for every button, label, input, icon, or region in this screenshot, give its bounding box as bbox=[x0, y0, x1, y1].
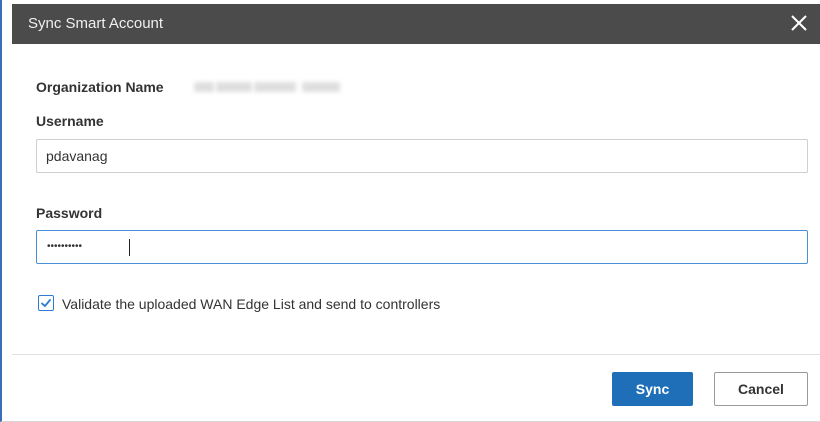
text-caret bbox=[129, 239, 130, 256]
password-masked-value: •••••••••• bbox=[47, 241, 83, 252]
organization-name-label: Organization Name bbox=[36, 79, 164, 95]
password-input[interactable]: •••••••••• bbox=[36, 230, 808, 264]
close-icon bbox=[791, 15, 807, 31]
validate-wan-edge-label[interactable]: Validate the uploaded WAN Edge List and … bbox=[62, 296, 440, 312]
checkmark-icon bbox=[41, 299, 51, 307]
cancel-button[interactable]: Cancel bbox=[714, 372, 808, 406]
validate-wan-edge-checkbox[interactable] bbox=[38, 295, 54, 311]
close-button[interactable] bbox=[786, 10, 812, 36]
dialog-title: Sync Smart Account bbox=[28, 15, 164, 32]
footer-divider bbox=[12, 354, 820, 355]
sync-button[interactable]: Sync bbox=[612, 372, 693, 406]
password-label: Password bbox=[36, 205, 103, 221]
dialog-titlebar: Sync Smart Account bbox=[12, 4, 820, 44]
sync-smart-account-dialog: Sync Smart Account Organization Name Use… bbox=[0, 0, 820, 422]
organization-name-value-redacted bbox=[194, 78, 344, 94]
username-input[interactable] bbox=[36, 139, 808, 173]
username-label: Username bbox=[36, 113, 104, 129]
